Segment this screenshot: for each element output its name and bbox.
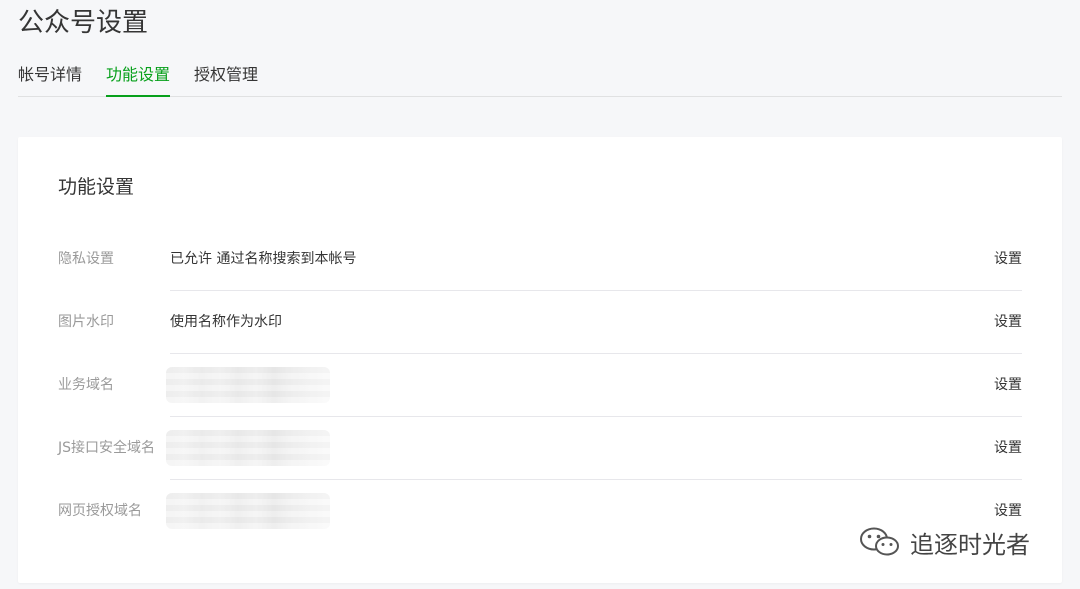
redacted-value	[166, 367, 330, 403]
feature-settings-card: 功能设置 隐私设置 已允许 通过名称搜索到本帐号 设置 图片水印 使用名称作为水…	[18, 137, 1062, 583]
wechat-icon	[858, 526, 902, 558]
row-value: 使用名称作为水印	[170, 314, 282, 330]
tab-account-details[interactable]: 帐号详情	[18, 60, 82, 96]
settings-row-image-watermark: 图片水印 使用名称作为水印 设置	[58, 291, 1022, 354]
js-safe-domain-settings-link[interactable]: 设置	[994, 417, 1022, 480]
settings-row-business-domain: 业务域名 设置	[58, 354, 1022, 417]
tab-authorization-management[interactable]: 授权管理	[194, 60, 258, 96]
row-value: 已允许 通过名称搜索到本帐号	[170, 251, 357, 267]
row-label: 隐私设置	[58, 251, 114, 267]
watermark: 追逐时光者	[858, 522, 1030, 562]
business-domain-settings-link[interactable]: 设置	[994, 354, 1022, 417]
row-label: 网页授权域名	[58, 503, 142, 519]
watermark-text: 追逐时光者	[910, 530, 1030, 559]
page-title: 公众号设置	[18, 8, 149, 38]
redacted-value	[166, 493, 330, 529]
settings-row-privacy: 隐私设置 已允许 通过名称搜索到本帐号 设置	[58, 228, 1022, 291]
row-label: 图片水印	[58, 314, 114, 330]
tab-feature-settings[interactable]: 功能设置	[106, 60, 171, 97]
image-watermark-settings-link[interactable]: 设置	[994, 291, 1022, 354]
privacy-settings-link[interactable]: 设置	[994, 228, 1022, 291]
row-label: 业务域名	[58, 377, 114, 393]
card-title: 功能设置	[58, 176, 135, 198]
settings-row-js-safe-domain: JS接口安全域名 设置	[58, 417, 1022, 480]
row-label: JS接口安全域名	[58, 440, 156, 456]
redacted-value	[166, 430, 330, 466]
tab-bar: 帐号详情 功能设置 授权管理	[18, 60, 1062, 97]
